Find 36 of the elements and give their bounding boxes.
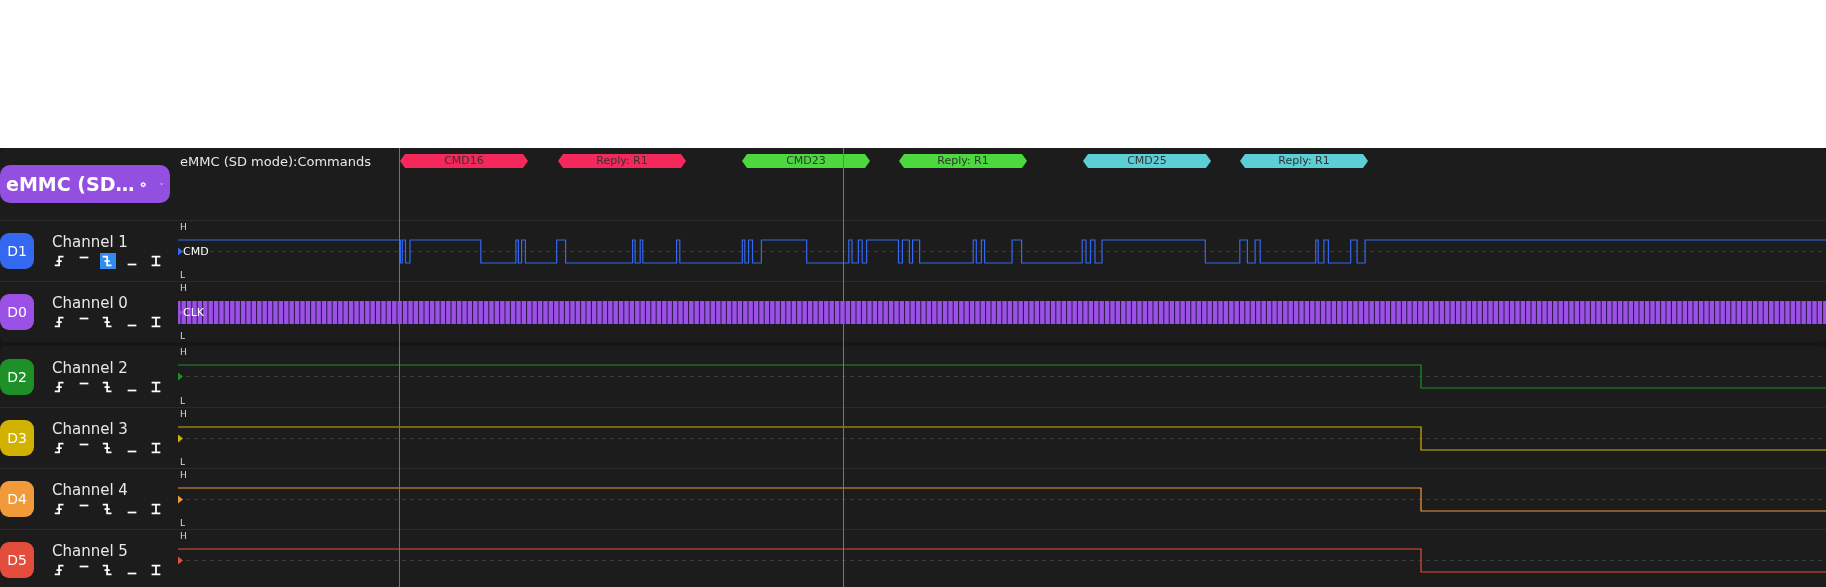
channel-name: Channel 1 (52, 233, 129, 251)
decoded-annotation[interactable]: CMD16 (400, 154, 528, 168)
low-level-label: L (180, 270, 185, 280)
high-level-label: H (180, 531, 187, 541)
channel-name: Channel 4 (52, 481, 129, 499)
high-level-label: H (180, 283, 187, 293)
decoded-annotation[interactable]: Reply: R1 (899, 154, 1027, 168)
channel-marker-icon (178, 556, 183, 565)
high-level-label: H (180, 347, 187, 357)
decoded-annotation[interactable]: Reply: R1 (558, 154, 686, 168)
channel-badge[interactable]: D5 (0, 542, 34, 578)
channel-badge[interactable]: D0 (0, 294, 34, 330)
channel-name: Channel 5 (52, 542, 129, 560)
decoded-annotation[interactable]: Reply: R1 (1240, 154, 1368, 168)
channel-marker-icon (178, 372, 183, 381)
low-level-label: L (180, 396, 185, 406)
decoder-button[interactable]: eMMC (SD… (0, 165, 170, 203)
decoded-annotation[interactable]: CMD23 (742, 154, 870, 168)
low-level-label: L (180, 457, 185, 467)
high-level-label: H (180, 222, 187, 232)
channel-marker-icon (178, 247, 183, 256)
high-level-label: H (180, 470, 187, 480)
channel-badge[interactable]: D2 (0, 358, 34, 395)
channel-marker-icon (178, 308, 183, 317)
decoder-track-label: eMMC (SD mode):Commands (180, 154, 371, 169)
channel-name: Channel 3 (52, 420, 129, 438)
channel-marker-icon (178, 495, 183, 504)
high-level-label: H (180, 409, 187, 419)
channel-name: Channel 2 (52, 358, 129, 377)
low-level-label: L (180, 518, 185, 528)
decoded-annotation[interactable]: CMD25 (1083, 154, 1211, 168)
channel-badge[interactable]: D1 (0, 233, 34, 269)
channel-marker-icon (178, 434, 183, 443)
signal-name: CMD (183, 244, 209, 258)
low-level-label: L (180, 331, 185, 341)
channel-name: Channel 0 (52, 294, 129, 312)
